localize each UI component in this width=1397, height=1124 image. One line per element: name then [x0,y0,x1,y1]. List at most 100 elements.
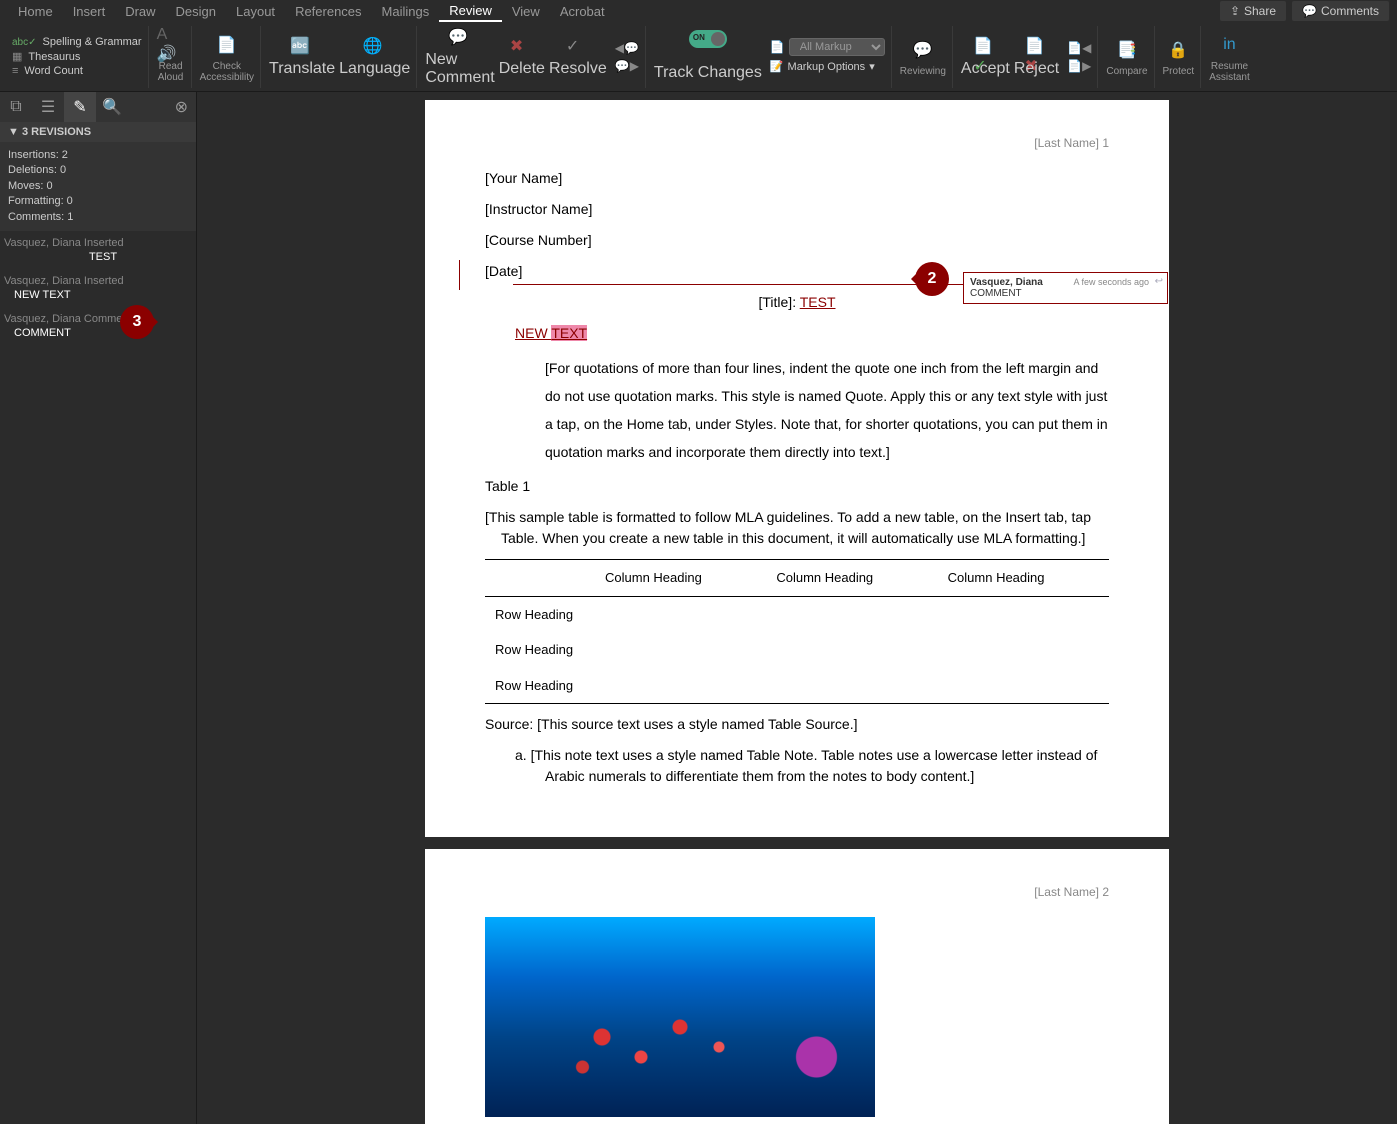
sidebar-tab-reviewing[interactable]: ✎ [64,92,96,122]
revision-bar [459,260,460,290]
page-header: [Last Name] 1 [485,134,1109,152]
markup-select[interactable]: All Markup [789,38,885,56]
revision-content: TEST [14,251,192,263]
comment-balloon[interactable]: Vasquez, Diana A few seconds ago ↩ COMME… [963,272,1168,304]
tab-review[interactable]: Review [439,1,502,22]
stat-insertions: Insertions: 2 [8,148,188,163]
reviewing-button[interactable]: 💬 Reviewing [894,26,953,88]
proofing-group: abc✓Spelling & Grammar ▦ Thesaurus ≡Word … [6,26,149,88]
reject-icon: 📄✖ [1025,36,1049,60]
language-button[interactable]: 🌐 Language [339,36,410,78]
reviewing-icon: 💬 [909,36,937,64]
compare-icon: 📑 [1113,36,1141,64]
next-change-button[interactable]: 📄▶ [1067,59,1091,73]
table-description[interactable]: [This sample table is formatted to follo… [501,507,1109,549]
tab-references[interactable]: References [285,2,371,21]
tab-mailings[interactable]: Mailings [372,2,440,21]
newcomment-button[interactable]: 💬 New Comment [425,27,494,87]
accept-label: Accept [961,60,1010,78]
sidebar-tab-thumbnails[interactable]: ⧉ [0,92,32,122]
markup-options-button[interactable]: 📝 Markup Options ▾ [770,60,885,73]
revisions-count-label: 3 REVISIONS [22,126,91,138]
markup-icon: 📄 [770,40,785,54]
resume-button[interactable]: in Resume Assistant [1203,26,1256,88]
protect-button[interactable]: 🔒 Protect [1157,26,1202,88]
row-heading: Row Heading [485,596,595,632]
tab-layout[interactable]: Layout [226,2,285,21]
readaloud-button[interactable]: A🔊 Read Aloud [151,26,192,88]
share-label: Share [1244,4,1276,18]
tab-acrobat[interactable]: Acrobat [550,2,615,21]
stat-deletions: Deletions: 0 [8,163,188,178]
field-yourname[interactable]: [Your Name] [485,168,1109,189]
revision-author: Vasquez, Diana Inserted [4,275,192,287]
language-icon: 🌐 [363,36,387,60]
marker-number: 2 [928,270,937,288]
document-image[interactable] [485,917,875,1117]
wordcount-label: Word Count [24,65,83,77]
comments-button[interactable]: 💬 Comments [1292,1,1389,21]
revision-item[interactable]: Vasquez, Diana Inserted TEST [0,231,196,269]
new-text-line[interactable]: NEW TEXT [515,323,1109,344]
spelling-button[interactable]: abc✓Spelling & Grammar [12,36,142,48]
book-icon: ▦ [12,50,22,63]
share-button[interactable]: ⇪ Share [1220,1,1286,21]
sidebar-tabs: ⧉ ☰ ✎ 🔍 ⊗ [0,92,196,122]
compare-button[interactable]: 📑 Compare [1100,26,1154,88]
list-icon: ☰ [41,97,55,117]
resolve-button[interactable]: ✓ Resolve [549,36,607,78]
delete-button[interactable]: ✖ Delete [499,36,545,78]
edit-icon: ✎ [73,97,86,117]
translate-label: Translate [269,60,335,78]
accept-button[interactable]: 📄✓ Accept [961,36,1010,78]
revisions-sidebar: ⧉ ☰ ✎ 🔍 ⊗ ▼ 3 REVISIONS Insertions: 2 De… [0,92,197,1124]
revision-stats: Insertions: 2 Deletions: 0 Moves: 0 Form… [0,142,196,231]
ribbon: abc✓Spelling & Grammar ▦ Thesaurus ≡Word … [0,22,1397,92]
next-comment-button[interactable]: 💬▶ [615,59,639,73]
tab-home[interactable]: Home [8,2,63,21]
accessibility-button[interactable]: 📄 Check Accessibility [194,26,261,88]
wordcount-button[interactable]: ≡Word Count [12,65,142,77]
document-area[interactable]: 1 [Last Name] 1 [Your Name] [Instructor … [197,92,1397,1124]
accessibility-label: Check Accessibility [200,61,254,83]
accept-icon: 📄✓ [973,36,997,60]
table-caption[interactable]: Table 1 [485,476,1109,497]
sample-table[interactable]: Column Heading Column Heading Column Hea… [485,559,1109,704]
trackchanges-toggle[interactable]: ON [689,30,727,48]
revisions-header[interactable]: ▼ 3 REVISIONS [0,122,196,142]
thesaurus-button[interactable]: ▦ Thesaurus [12,50,142,63]
field-instructor[interactable]: [Instructor Name] [485,199,1109,220]
delete-label: Delete [499,60,545,78]
prev-change-button[interactable]: 📄◀ [1067,41,1091,55]
share-icon: ⇪ [1230,4,1240,18]
row-heading: Row Heading [485,668,595,704]
inserted-new-prefix: NEW [515,325,551,341]
language-label: Language [339,60,410,78]
tab-insert[interactable]: Insert [63,2,116,21]
reply-icon[interactable]: ↩ [1155,276,1163,287]
reject-button[interactable]: 📄✖ Reject [1014,36,1059,78]
tab-bar: Home Insert Draw Design Layout Reference… [0,0,1397,22]
table-note[interactable]: a. [This note text uses a style named Ta… [515,745,1109,787]
column-heading: Column Heading [938,560,1109,597]
tab-view[interactable]: View [502,2,550,21]
quote-text[interactable]: [For quotations of more than four lines,… [545,354,1109,466]
field-course[interactable]: [Course Number] [485,230,1109,251]
lock-icon: 🔒 [1164,36,1192,64]
sidebar-tab-outline[interactable]: ☰ [32,92,64,122]
pages-icon: ⧉ [10,98,21,116]
tab-draw[interactable]: Draw [115,2,165,21]
revision-author: Vasquez, Diana Inserted [4,237,192,249]
thesaurus-label: Thesaurus [28,51,80,63]
trackchanges-label: Track Changes [654,64,762,82]
table-source[interactable]: Source: [This source text uses a style n… [485,714,1109,735]
translate-button[interactable]: 🔤 Translate [269,36,335,78]
markup-options-label: Markup Options [788,61,866,73]
comment-text: COMMENT [970,288,1161,299]
sidebar-close-button[interactable]: ⊗ [167,97,196,117]
prev-comment-button[interactable]: ◀💬 [615,41,639,55]
revision-item[interactable]: Vasquez, Diana Inserted NEW TEXT [0,269,196,307]
tab-design[interactable]: Design [166,2,226,21]
newcomment-label: New Comment [425,51,494,87]
sidebar-tab-find[interactable]: 🔍 [96,92,128,122]
